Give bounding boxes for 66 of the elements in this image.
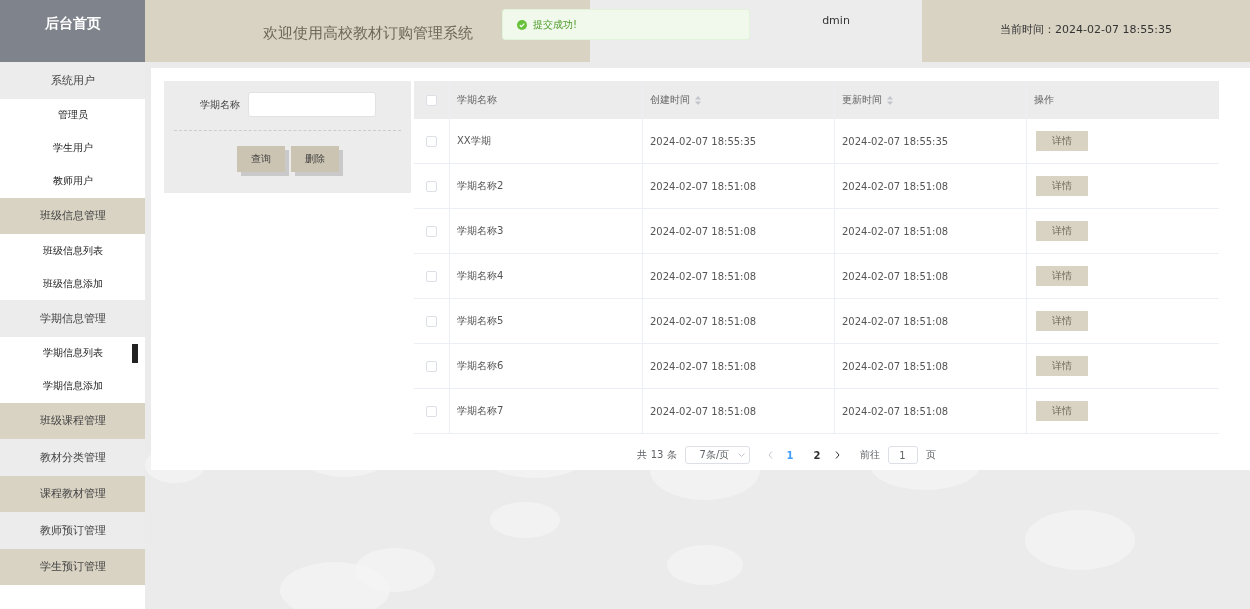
table-cell: 学期名称7 <box>457 404 504 418</box>
sort-icon[interactable] <box>695 95 701 105</box>
sidebar-group[interactable]: 系统用户 <box>0 62 145 99</box>
table-cell: 2024-02-07 18:51:08 <box>650 405 757 417</box>
table-cell: 2024-02-07 18:51:08 <box>842 405 949 417</box>
checkbox[interactable] <box>426 270 437 282</box>
sidebar-group[interactable]: 班级信息管理 <box>0 197 145 234</box>
table-cell: 2024-02-07 18:51:08 <box>650 270 757 282</box>
table-cell: 2024-02-07 18:51:08 <box>650 225 757 237</box>
table-cell: 2024-02-07 18:51:08 <box>842 360 949 372</box>
table-cell: 学期名称2 <box>457 179 504 193</box>
sidebar-group[interactable]: 课程教材管理 <box>0 475 145 512</box>
table-cell: 学期名称5 <box>457 314 504 328</box>
caret-icon <box>737 453 745 457</box>
table-cell: 2024-02-07 18:51:08 <box>842 270 949 282</box>
checkbox[interactable] <box>426 135 437 147</box>
table-cell: 2024-02-07 18:51:08 <box>842 315 949 327</box>
table-cell: 2024-02-07 18:51:08 <box>650 180 757 192</box>
sidebar-group[interactable]: 教师预订管理 <box>0 512 145 549</box>
details-button[interactable]: 详情 <box>1036 311 1088 331</box>
checkbox[interactable] <box>426 94 437 106</box>
toast-message: 提交成功! <box>533 17 577 32</box>
page-size-select[interactable]: 7条/页 <box>684 446 750 464</box>
sidebar-group[interactable]: 班级课程管理 <box>0 402 145 439</box>
details-button[interactable]: 详情 <box>1036 131 1088 151</box>
input-field[interactable] <box>247 92 376 117</box>
column-header: 操作 <box>1034 93 1054 107</box>
previous-page-icon[interactable] <box>767 451 773 459</box>
column-header: 更新时间 <box>842 93 882 107</box>
checkbox[interactable] <box>426 180 437 192</box>
page-link[interactable]: 2 <box>807 449 827 461</box>
field-label: 学期名称 <box>199 97 240 112</box>
next-page-icon[interactable] <box>834 451 840 459</box>
table-cell: 2024-02-07 18:51:08 <box>650 315 757 327</box>
checkbox[interactable] <box>426 225 437 237</box>
goto-label: 前往 <box>859 448 880 462</box>
page-input[interactable]: 1 <box>887 446 918 464</box>
checkbox[interactable] <box>426 315 437 327</box>
details-button[interactable]: 详情 <box>1036 356 1088 376</box>
table-cell: 学期名称3 <box>457 224 504 238</box>
table-cell: 2024-02-07 18:55:35 <box>842 135 949 147</box>
table-cell: 2024-02-07 18:51:08 <box>842 180 949 192</box>
current-time: 当前时间：2024-02-07 18:55:35 <box>922 0 1250 62</box>
details-button[interactable]: 详情 <box>1036 176 1088 196</box>
table-cell: 2024-02-07 18:51:08 <box>650 360 757 372</box>
checkbox[interactable] <box>426 405 437 417</box>
sort-icon[interactable] <box>887 95 893 105</box>
sidebar-group[interactable]: 学生预订管理 <box>0 548 145 585</box>
total-count: 共 13 条 <box>637 448 677 462</box>
check-icon <box>517 19 527 30</box>
table-cell: 2024-02-07 18:51:08 <box>842 225 949 237</box>
details-button[interactable]: 详情 <box>1036 401 1088 421</box>
table-cell: 学期名称4 <box>457 269 504 283</box>
username[interactable]: dmin <box>822 14 850 28</box>
sidebar-group[interactable]: 教材分类管理 <box>0 439 145 476</box>
column-header: 学期名称 <box>457 93 497 107</box>
column-header: 创建时间 <box>650 93 690 107</box>
table-cell: 学期名称6 <box>457 359 504 373</box>
page-suffix: 页 <box>925 448 936 462</box>
details-button[interactable]: 详情 <box>1036 221 1088 241</box>
details-button[interactable]: 详情 <box>1036 266 1088 286</box>
sidebar-group[interactable]: 学期信息管理 <box>0 300 145 337</box>
checkbox[interactable] <box>426 360 437 372</box>
table-cell: 2024-02-07 18:55:35 <box>650 135 757 147</box>
table-cell: XX学期 <box>457 134 491 148</box>
home-link[interactable]: 后台首页 <box>0 0 145 62</box>
